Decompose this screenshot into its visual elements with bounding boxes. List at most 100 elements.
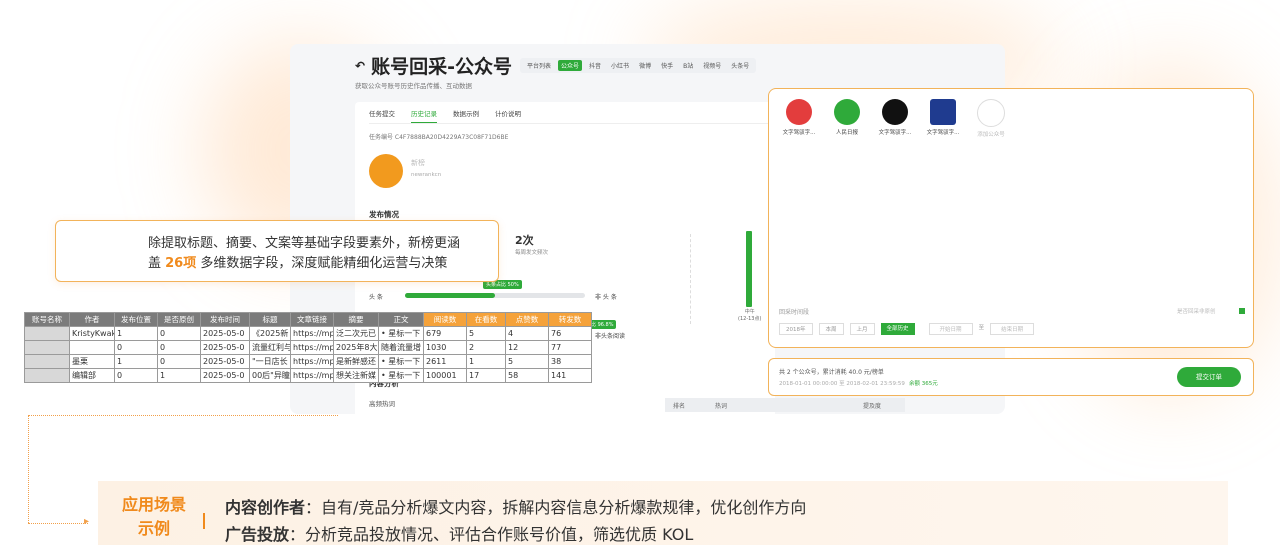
table-header-cell: 文章链接 bbox=[290, 312, 334, 327]
platform-tab-douyin[interactable]: 抖音 bbox=[586, 60, 604, 71]
bar2-right-label: 非头条阅读 bbox=[595, 333, 626, 340]
table-cell: 100001 bbox=[423, 368, 467, 383]
account-avatar bbox=[834, 99, 860, 125]
page-subtitle: 获取公众号账号历史作品传播、互动数据 bbox=[355, 82, 472, 90]
section-hot-words: 高频热词 bbox=[369, 400, 395, 408]
scenario-label: 应用场景 示例 bbox=[121, 495, 186, 538]
frequency-label: 每周发文频次 bbox=[515, 250, 549, 256]
section-publish: 发布情况 bbox=[369, 210, 399, 219]
hot-table-header: 排名 热词 提及度 bbox=[665, 398, 905, 412]
table-header-cell: 发布位置 bbox=[114, 312, 158, 327]
table-cell: https://mp bbox=[290, 368, 334, 383]
start-date-input[interactable]: 开始日期 bbox=[928, 323, 973, 335]
connector-arrow-icon: ▸ bbox=[84, 516, 90, 527]
table-row: 墨栗 1 0 2025-05-0 "一日店长 https://mp 是新鲜感还 • 星标一下 2… bbox=[24, 354, 592, 369]
page-title: ↶ 账号回采-公众号 bbox=[355, 56, 512, 78]
table-cell: 2025年8大 bbox=[333, 340, 379, 355]
table-cell bbox=[24, 368, 70, 383]
table-cell: 00后"异瞳 bbox=[249, 368, 291, 383]
platform-tab-wechat[interactable]: 公众号 bbox=[558, 60, 583, 71]
platform-tab-kuaishou[interactable]: 快手 bbox=[658, 60, 676, 71]
table-cell: • 星标一下 bbox=[378, 326, 424, 341]
time-range-label: 回采时间段 bbox=[779, 309, 810, 316]
platform-tab-bilibili[interactable]: B站 bbox=[680, 60, 696, 71]
account-item-4[interactable]: 文字驾驭字... bbox=[921, 99, 965, 136]
chart-bar-label: 中午 (12-13点) bbox=[738, 309, 762, 322]
table-cell: 12 bbox=[505, 340, 549, 355]
table-cell: 58 bbox=[505, 368, 549, 383]
table-cell: 1 bbox=[466, 354, 506, 369]
account-item-2[interactable]: 人民日报 bbox=[825, 99, 869, 136]
table-cell: 1030 bbox=[423, 340, 467, 355]
add-icon bbox=[977, 99, 1005, 127]
task-id: 任务编号 C4F7888BA20D4229A73C08F71D6BE bbox=[369, 134, 509, 141]
table-cell: 流量红利与 bbox=[249, 340, 291, 355]
hot-col-word: 热词 bbox=[715, 403, 728, 410]
table-cell: • 星标一下 bbox=[378, 354, 424, 369]
table-header-cell: 点赞数 bbox=[505, 312, 549, 327]
chart-bar-noon bbox=[746, 231, 752, 307]
bar1-fill bbox=[405, 293, 495, 298]
frequency-value: 2次 bbox=[515, 234, 534, 247]
table-cell: 77 bbox=[548, 340, 592, 355]
table-cell: 5 bbox=[466, 326, 506, 341]
hot-col-mention: 提及度 bbox=[863, 403, 882, 410]
filter-2018[interactable]: 2018年 bbox=[779, 323, 813, 335]
tab-divider bbox=[369, 123, 769, 124]
tab-submit[interactable]: 任务提交 bbox=[369, 108, 395, 123]
order-summary: 共 2 个公众号，累计消耗 40.0 元/榜单 2018-01-01 00:00… bbox=[768, 358, 1254, 396]
non-original-checkbox-label: 是否回采非原创 bbox=[1177, 309, 1216, 315]
filter-month[interactable]: 上月 bbox=[849, 323, 875, 335]
table-cell: 141 bbox=[548, 368, 592, 383]
table-cell bbox=[24, 326, 70, 341]
platform-tab-channels[interactable]: 视频号 bbox=[700, 60, 724, 71]
tab-example[interactable]: 数据示例 bbox=[453, 108, 479, 123]
bar1-right-label: 非 头 条 bbox=[595, 294, 617, 301]
feature-callout: 除提取标题、摘要、文案等基础字段要素外，新榜更涵 盖 26项 多维数据字段，深度… bbox=[55, 220, 499, 282]
table-cell: 1 bbox=[114, 354, 158, 369]
platform-tab-weibo[interactable]: 微博 bbox=[636, 60, 654, 71]
table-header-cell: 摘要 bbox=[333, 312, 379, 327]
table-row: KristyKwak 1 0 2025-05-0 《2025新 https://mp 泛二次… bbox=[24, 326, 592, 341]
table-header-cell: 标题 bbox=[249, 312, 291, 327]
table-cell: 0 bbox=[157, 340, 201, 355]
account-item-1[interactable]: 文字驾驭字... bbox=[777, 99, 821, 136]
end-date-input[interactable]: 结束日期 bbox=[990, 323, 1035, 335]
filter-buttons: 2018年 本周 上月 全部历史 开始日期 至 结束日期 bbox=[779, 323, 1035, 335]
table-header-cell: 作者 bbox=[69, 312, 115, 327]
platform-tab-toutiao[interactable]: 头条号 bbox=[728, 60, 752, 71]
callout-text: 除提取标题、摘要、文案等基础字段要素外，新榜更涵 盖 26项 多维数据字段，深度… bbox=[148, 236, 461, 271]
add-account-button[interactable]: 添加公众号 bbox=[969, 99, 1013, 138]
order-balance: 余额 365元 bbox=[909, 381, 938, 387]
table-cell: 2025-05-0 bbox=[200, 326, 250, 341]
non-original-checkbox[interactable] bbox=[1239, 308, 1245, 314]
table-cell bbox=[69, 340, 115, 355]
order-range: 2018-01-01 00:00:00 至 2018-02-01 23:59:5… bbox=[779, 381, 905, 387]
date-separator: 至 bbox=[978, 325, 985, 331]
table-cell: "一日店长 bbox=[249, 354, 291, 369]
table-cell: 墨栗 bbox=[69, 354, 115, 369]
table-cell: 1 bbox=[157, 368, 201, 383]
table-cell: 4 bbox=[505, 326, 549, 341]
table-cell: https://mp bbox=[290, 354, 334, 369]
table-cell: 0 bbox=[114, 368, 158, 383]
filter-all[interactable]: 全部历史 bbox=[880, 323, 915, 335]
account-item-3[interactable]: 文字驾驭字... bbox=[873, 99, 917, 136]
scenario-line-ads: 广告投放：分析竞品投放情况、评估合作账号价值，筛选优质 KOL bbox=[225, 525, 694, 544]
table-cell: 《2025新 bbox=[249, 326, 291, 341]
platform-list-label: 平台列表 bbox=[527, 63, 552, 70]
submit-order-button[interactable]: 提交订单 bbox=[1177, 367, 1241, 387]
table-cell: 编辑部 bbox=[69, 368, 115, 383]
filter-week[interactable]: 本周 bbox=[818, 323, 844, 335]
connector-bottom bbox=[28, 523, 88, 524]
connector-horizontal bbox=[28, 415, 338, 416]
tab-pricing[interactable]: 计价说明 bbox=[495, 108, 521, 123]
table-cell: 2025-05-0 bbox=[200, 368, 250, 383]
platform-tab-xhs[interactable]: 小红书 bbox=[608, 60, 632, 71]
back-icon[interactable]: ↶ bbox=[355, 59, 365, 73]
table-header-cell: 转发数 bbox=[548, 312, 592, 327]
tab-history[interactable]: 历史记录 bbox=[411, 108, 437, 123]
table-header-cell: 账号名称 bbox=[24, 312, 70, 327]
connector-vertical bbox=[28, 415, 29, 523]
table-cell: 2611 bbox=[423, 354, 467, 369]
